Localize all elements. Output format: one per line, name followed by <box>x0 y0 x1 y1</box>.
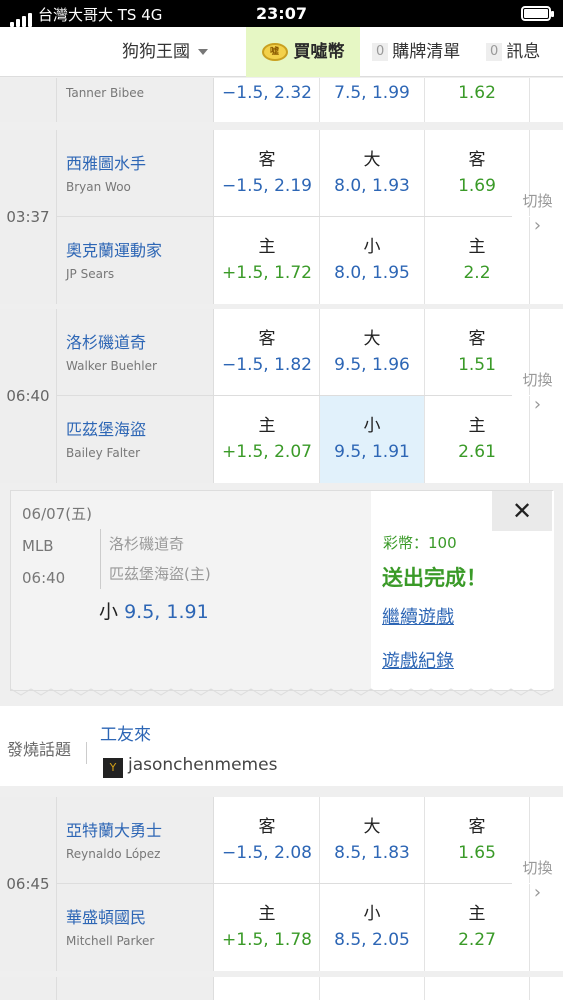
bet-team-home: 匹茲堡海盜(主) <box>109 565 211 583</box>
pitcher-name: Bryan Woo <box>66 180 131 194</box>
bet-league: MLB <box>22 537 54 555</box>
bet-pick: 小 9.5, 1.91 <box>99 597 209 624</box>
coins-amount: 彩幣：100 <box>383 534 457 552</box>
status-bar: 台灣大哥大 TS 4G 23:07 <box>0 0 563 27</box>
partial-game-row: Tanner Bibee −1.5, 2.32 7.5, 1.99 1.62 <box>0 78 563 122</box>
total-odds-cell[interactable]: 大 9.5, 1.96 <box>320 309 425 395</box>
switch-button[interactable]: 切換 › <box>512 857 563 903</box>
total-odds-cell[interactable]: 7.5, 1.99 <box>320 78 425 122</box>
spread-odds-cell[interactable]: 客 −1.5, 1.82 <box>215 309 320 395</box>
team-cell: 匹茲堡海盜 Bailey Falter <box>57 396 214 483</box>
hot-topic-bar[interactable]: 發燒話題 工友來 Y jasonchenmemes <box>0 706 563 786</box>
messages-label: 訊息 <box>506 42 541 62</box>
hot-topic-label: 發燒話題 <box>7 740 72 759</box>
bet-slip-label: 購牌清單 <box>392 42 461 62</box>
team-cell: 奧克蘭運動家 JP Sears <box>57 217 214 304</box>
chevron-right-icon: › <box>533 394 542 415</box>
pitcher-name: Reynaldo López <box>66 847 161 861</box>
spread-odds-cell[interactable]: 主 +1.5, 2.07 <box>215 396 320 483</box>
team-name[interactable]: 華盛頓國民 <box>66 904 213 928</box>
team-cell: 華盛頓國民 Mitchell Parker <box>57 884 214 971</box>
switch-label: 切換 <box>522 859 553 877</box>
bet-pick-label: 小 <box>99 601 119 623</box>
game-block: 03:37 西雅圖水手 Bryan Woo 奧克蘭運動家 JP Sears 客 −… <box>0 130 563 304</box>
team-cell: 洛杉磯道奇 Walker Buehler <box>57 309 214 396</box>
caret-down-icon <box>198 49 208 55</box>
team-name[interactable]: 洛杉磯道奇 <box>66 329 213 353</box>
clock: 23:07 <box>256 4 307 23</box>
partial-game-row <box>0 977 563 1000</box>
team-cell: 亞特蘭大勇士 Reynaldo López <box>57 797 214 884</box>
pitcher-name: Tanner Bibee <box>66 86 144 100</box>
pitcher-name: Bailey Falter <box>66 446 141 460</box>
avatar: Y <box>103 758 123 778</box>
total-odds-cell[interactable]: 小 8.5, 2.05 <box>320 884 425 971</box>
pitcher-name: JP Sears <box>66 267 115 281</box>
hot-topic-title[interactable]: 工友來 <box>100 720 151 745</box>
messages-tab[interactable]: 0 訊息 <box>486 27 540 77</box>
kingdom-label: 狗狗王國 <box>122 42 190 62</box>
switch-label: 切換 <box>522 371 553 389</box>
buy-coins-button[interactable]: 噓買噓幣 <box>246 27 360 77</box>
total-odds-cell[interactable]: 大 8.0, 1.93 <box>320 130 425 216</box>
game-time: 03:37 <box>0 130 57 304</box>
chevron-right-icon: › <box>533 882 542 903</box>
total-odds-cell[interactable]: 大 8.5, 1.83 <box>320 797 425 883</box>
submit-success-message: 送出完成！ <box>382 566 487 590</box>
game-time: 06:45 <box>0 797 57 971</box>
close-button[interactable]: ✕ <box>492 491 552 531</box>
spread-odds-cell[interactable]: 主 +1.5, 1.78 <box>215 884 320 971</box>
team-name[interactable]: 奧克蘭運動家 <box>66 237 213 261</box>
spread-odds-cell[interactable]: 客 −1.5, 2.08 <box>215 797 320 883</box>
pitcher-name: Walker Buehler <box>66 359 157 373</box>
bet-slip-count: 0 <box>372 43 389 61</box>
pitcher-name: Mitchell Parker <box>66 934 155 948</box>
game-time: 06:40 <box>0 309 57 483</box>
game-block: 06:45 亞特蘭大勇士 Reynaldo López 華盛頓國民 Mitche… <box>0 797 563 971</box>
team-name[interactable]: 西雅圖水手 <box>66 150 213 174</box>
game-block: 06:40 洛杉磯道奇 Walker Buehler 匹茲堡海盜 Bailey … <box>0 309 563 483</box>
coin-icon: 噓 <box>261 43 288 61</box>
top-nav: 狗狗王國 噓買噓幣 0 購牌清單 0 訊息 <box>0 27 563 77</box>
buy-coins-label: 買噓幣 <box>293 42 345 62</box>
bet-pick-value: 9.5, 1.91 <box>124 601 209 623</box>
total-odds-cell-selected[interactable]: 小 9.5, 1.91 <box>320 396 425 483</box>
kingdom-dropdown[interactable]: 狗狗王國 <box>122 27 208 77</box>
spread-odds-cell[interactable]: −1.5, 2.32 <box>215 78 320 122</box>
team-cell: Tanner Bibee <box>57 78 214 122</box>
moneyline-odds-cell[interactable]: 1.62 <box>425 78 530 122</box>
bet-date: 06/07(五) <box>22 505 92 523</box>
game-history-link[interactable]: 遊戲紀錄 <box>382 647 454 673</box>
battery-icon <box>521 6 554 21</box>
bet-slip-tab[interactable]: 0 購牌清單 <box>372 27 460 77</box>
spread-odds-cell[interactable]: 客 −1.5, 2.19 <box>215 130 320 216</box>
team-name[interactable]: 匹茲堡海盜 <box>66 416 213 440</box>
switch-button[interactable]: 切換 › <box>512 369 563 415</box>
continue-game-link[interactable]: 繼續遊戲 <box>382 603 454 629</box>
messages-count: 0 <box>486 43 503 61</box>
chevron-right-icon: › <box>533 215 542 236</box>
team-name[interactable]: 亞特蘭大勇士 <box>66 817 213 841</box>
team-cell: 西雅圖水手 Bryan Woo <box>57 130 214 217</box>
total-odds-cell[interactable]: 小 8.0, 1.95 <box>320 217 425 304</box>
spread-odds-cell[interactable]: 主 +1.5, 1.72 <box>215 217 320 304</box>
bet-team-away: 洛杉磯道奇 <box>109 535 185 553</box>
author-handle[interactable]: jasonchenmemes <box>128 755 277 775</box>
switch-button[interactable]: 切換 › <box>512 190 563 236</box>
bet-confirmation-panel: ✕ 06/07(五) MLB 06:40 洛杉磯道奇 匹茲堡海盜(主) 小 9.… <box>10 490 554 696</box>
zigzag-edge <box>11 688 554 696</box>
switch-label: 切換 <box>522 192 553 210</box>
bet-time: 06:40 <box>22 569 66 587</box>
